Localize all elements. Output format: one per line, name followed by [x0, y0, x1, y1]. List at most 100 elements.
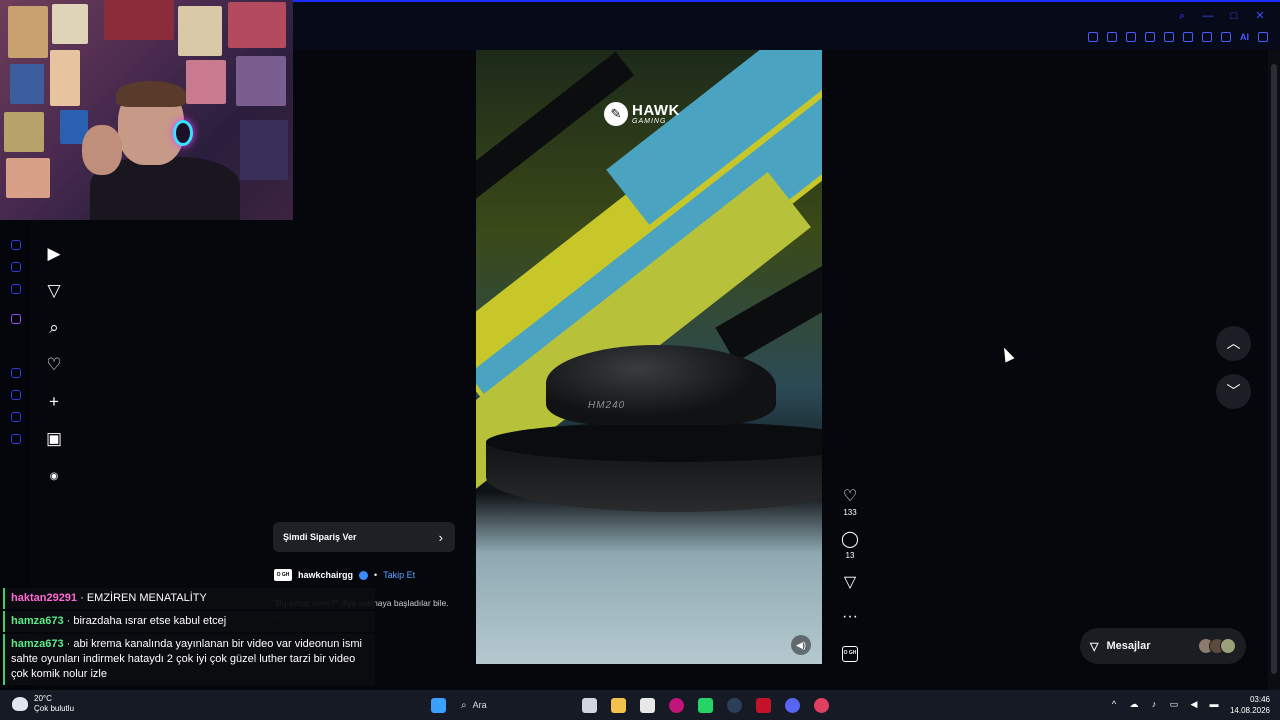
settings-icon[interactable] [11, 434, 21, 444]
webcam-overlay [0, 0, 293, 220]
pin-icon[interactable] [1088, 32, 1098, 42]
twitch-icon[interactable] [11, 314, 21, 324]
search-icon: ⌕ [461, 699, 467, 711]
account-name[interactable]: hawkchairgg [298, 570, 353, 580]
comment-count: 13 [845, 551, 855, 560]
more-button[interactable]: ··· [836, 608, 864, 626]
messages-label: Mesajlar [1106, 640, 1151, 652]
shield-icon[interactable] [1126, 32, 1136, 42]
display-icon[interactable]: ▭ [1168, 698, 1180, 710]
minimize-icon[interactable]: — [1202, 10, 1214, 22]
mouse-model-text: HM240 [588, 400, 626, 411]
search-label: Ara [472, 700, 487, 710]
tab-icon[interactable] [1107, 32, 1117, 42]
more-icon: ··· [842, 608, 858, 625]
taskbar-clock[interactable]: 03:46 14.08.2026 [1228, 694, 1270, 716]
send-icon[interactable]: ▽ [44, 281, 64, 301]
cloud-icon[interactable]: ☁ [1128, 698, 1140, 710]
page-scrollbar[interactable] [1268, 50, 1280, 690]
separator: • [374, 570, 378, 580]
send-icon: ▽ [843, 574, 857, 591]
comment-icon: ◯ [841, 531, 859, 548]
like-count: 133 [843, 508, 857, 517]
cloud-icon [12, 697, 28, 711]
chat-username: haktan29291 [11, 592, 78, 604]
menu-icon[interactable] [1258, 32, 1268, 42]
reel-account: O GH hawkchairgg • Takip Et [274, 569, 415, 581]
send-icon: ▽ [1090, 640, 1099, 653]
history-icon[interactable] [11, 390, 21, 400]
avatar [1220, 638, 1236, 654]
maximize-icon[interactable]: □ [1228, 10, 1240, 22]
feather-icon: ✎ [604, 102, 628, 126]
chat-text: birazdaha ısrar etse kabul etcej [73, 615, 227, 627]
chevron-up-icon[interactable]: ^ [1108, 698, 1120, 710]
reel-video[interactable]: HM240 ✎ HAWK GAMING ◀) [476, 50, 822, 664]
puzzle-icon[interactable] [1183, 32, 1193, 42]
steam-icon[interactable] [720, 694, 749, 716]
panel-app-icon[interactable] [11, 412, 21, 422]
scrollbar-thumb[interactable] [1271, 64, 1277, 674]
audio-avatar[interactable]: O GH [842, 646, 858, 662]
panel-app-icon[interactable] [11, 368, 21, 378]
more-icon[interactable]: ◉ [44, 466, 64, 486]
plus-icon[interactable]: + [44, 392, 64, 412]
verified-icon [359, 570, 369, 580]
windows-taskbar: 20°C Çok bulutlu ⌕ Ara ^ ☁ ♪ ▭ ◀ ▬ 03:46… [0, 690, 1280, 720]
clock-time: 03:46 [1249, 695, 1270, 704]
chat-message: hamza673 · birazdaha ısrar etse kabul et… [3, 611, 375, 632]
task-view-icon[interactable] [575, 694, 604, 716]
browser-icon[interactable] [662, 694, 691, 716]
share-button[interactable]: ▽ [836, 574, 864, 592]
heart-icon[interactable]: ♡ [44, 355, 64, 375]
panel-app-icon[interactable] [11, 284, 21, 294]
file-explorer-icon[interactable] [604, 694, 633, 716]
close-icon[interactable]: ✕ [1254, 10, 1266, 22]
ai-button[interactable]: AI [1240, 32, 1249, 42]
headphone-icon [173, 120, 193, 146]
search-icon[interactable]: ⌕ [1176, 10, 1188, 22]
volume-icon[interactable]: ◀) [791, 635, 811, 655]
reels-icon[interactable]: ▶ [44, 244, 64, 264]
discord-icon[interactable] [778, 694, 807, 716]
order-now-label: Şimdi Sipariş Ver [283, 532, 357, 542]
chat-message: hamza673 · abi krema kanalında yayınlana… [3, 634, 375, 685]
app-icon[interactable] [749, 694, 778, 716]
chevron-up-icon: ︿ [1226, 335, 1241, 351]
like-button[interactable]: ♡ 133 [836, 488, 864, 517]
volume-icon[interactable]: ◀ [1188, 698, 1200, 710]
streamer [82, 81, 240, 220]
messages-button[interactable]: ▽ Mesajlar [1080, 628, 1246, 664]
order-now-button[interactable]: Şimdi Sipariş Ver › [273, 522, 455, 552]
battery-icon[interactable]: ▬ [1208, 698, 1220, 710]
download-icon[interactable] [1221, 32, 1231, 42]
hawk-logo: ✎ HAWK GAMING [604, 102, 680, 126]
panel-app-icon[interactable] [11, 262, 21, 272]
taskbar-search[interactable]: ⌕ Ara [453, 694, 553, 716]
chat-username: hamza673 [11, 615, 64, 627]
chat-text: EMZİREN MENATALİTY [86, 592, 207, 604]
profile-icon[interactable] [1202, 32, 1212, 42]
search-icon[interactable]: ⌕ [44, 318, 64, 338]
microphone-icon[interactable]: ♪ [1148, 698, 1160, 710]
weather-widget[interactable]: 20°C Çok bulutlu [12, 694, 74, 714]
account-avatar[interactable]: O GH [274, 569, 292, 581]
play-icon[interactable] [1145, 32, 1155, 42]
follow-button[interactable]: Takip Et [383, 570, 415, 580]
message-avatars [1198, 638, 1236, 654]
start-button[interactable] [424, 694, 453, 716]
window-controls: ⌕ — □ ✕ [1176, 10, 1266, 22]
next-reel-button[interactable]: ﹀ [1216, 374, 1251, 409]
panel-app-icon[interactable] [11, 240, 21, 250]
previous-reel-button[interactable]: ︿ [1216, 326, 1251, 361]
insights-icon[interactable]: ▣ [44, 429, 64, 449]
heart-icon[interactable] [1164, 32, 1174, 42]
comment-button[interactable]: ◯ 13 [836, 531, 864, 560]
heart-icon: ♡ [842, 488, 858, 505]
whatsapp-icon[interactable] [691, 694, 720, 716]
chevron-down-icon: ﹀ [1226, 383, 1241, 399]
store-icon[interactable] [633, 694, 662, 716]
clock-date: 14.08.2026 [1229, 706, 1270, 715]
app-icon[interactable] [807, 694, 836, 716]
stream-chat: haktan29291 · EMZİREN MENATALİTY hamza67… [3, 588, 375, 687]
